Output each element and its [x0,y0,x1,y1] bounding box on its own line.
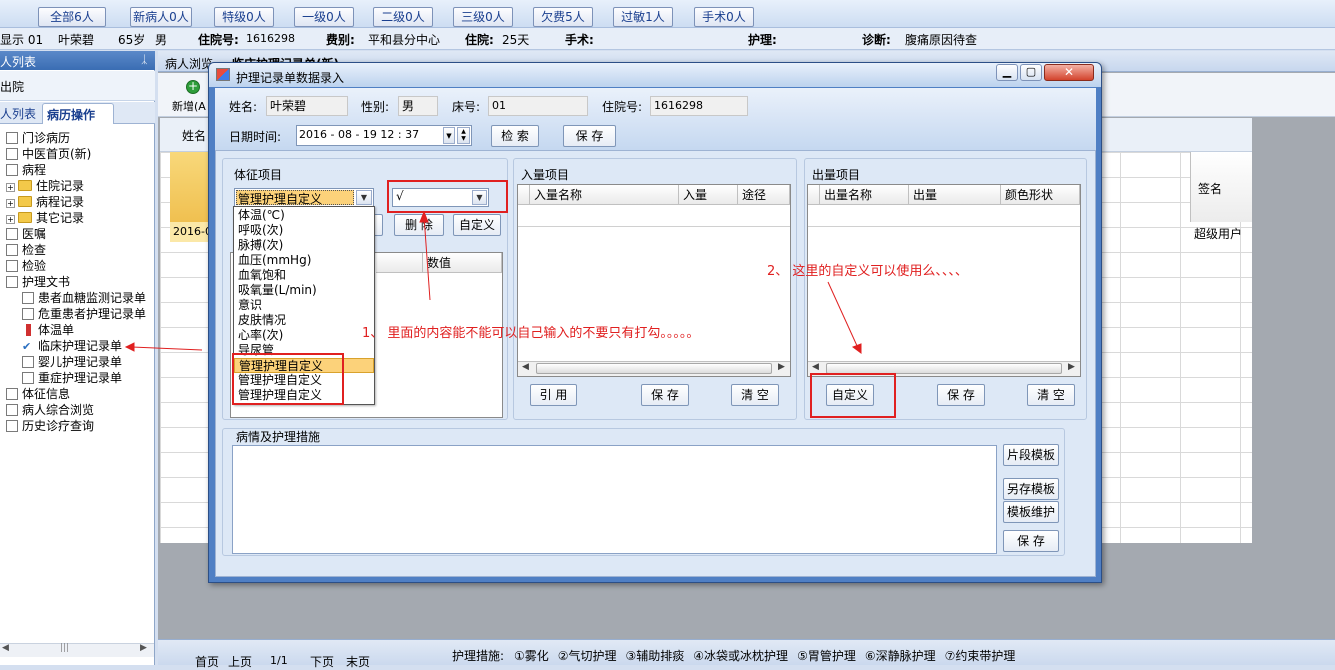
arrowhead-output-custom-icon [851,343,862,354]
annotation-arrows [124,210,862,354]
arrowhead-tree-item-icon [124,342,135,352]
arrow-to-value-combo [423,215,431,301]
arrowhead-value-combo-icon [419,210,429,223]
arrow-to-output-custom [827,281,859,349]
arrow-to-tree-item [131,346,203,351]
